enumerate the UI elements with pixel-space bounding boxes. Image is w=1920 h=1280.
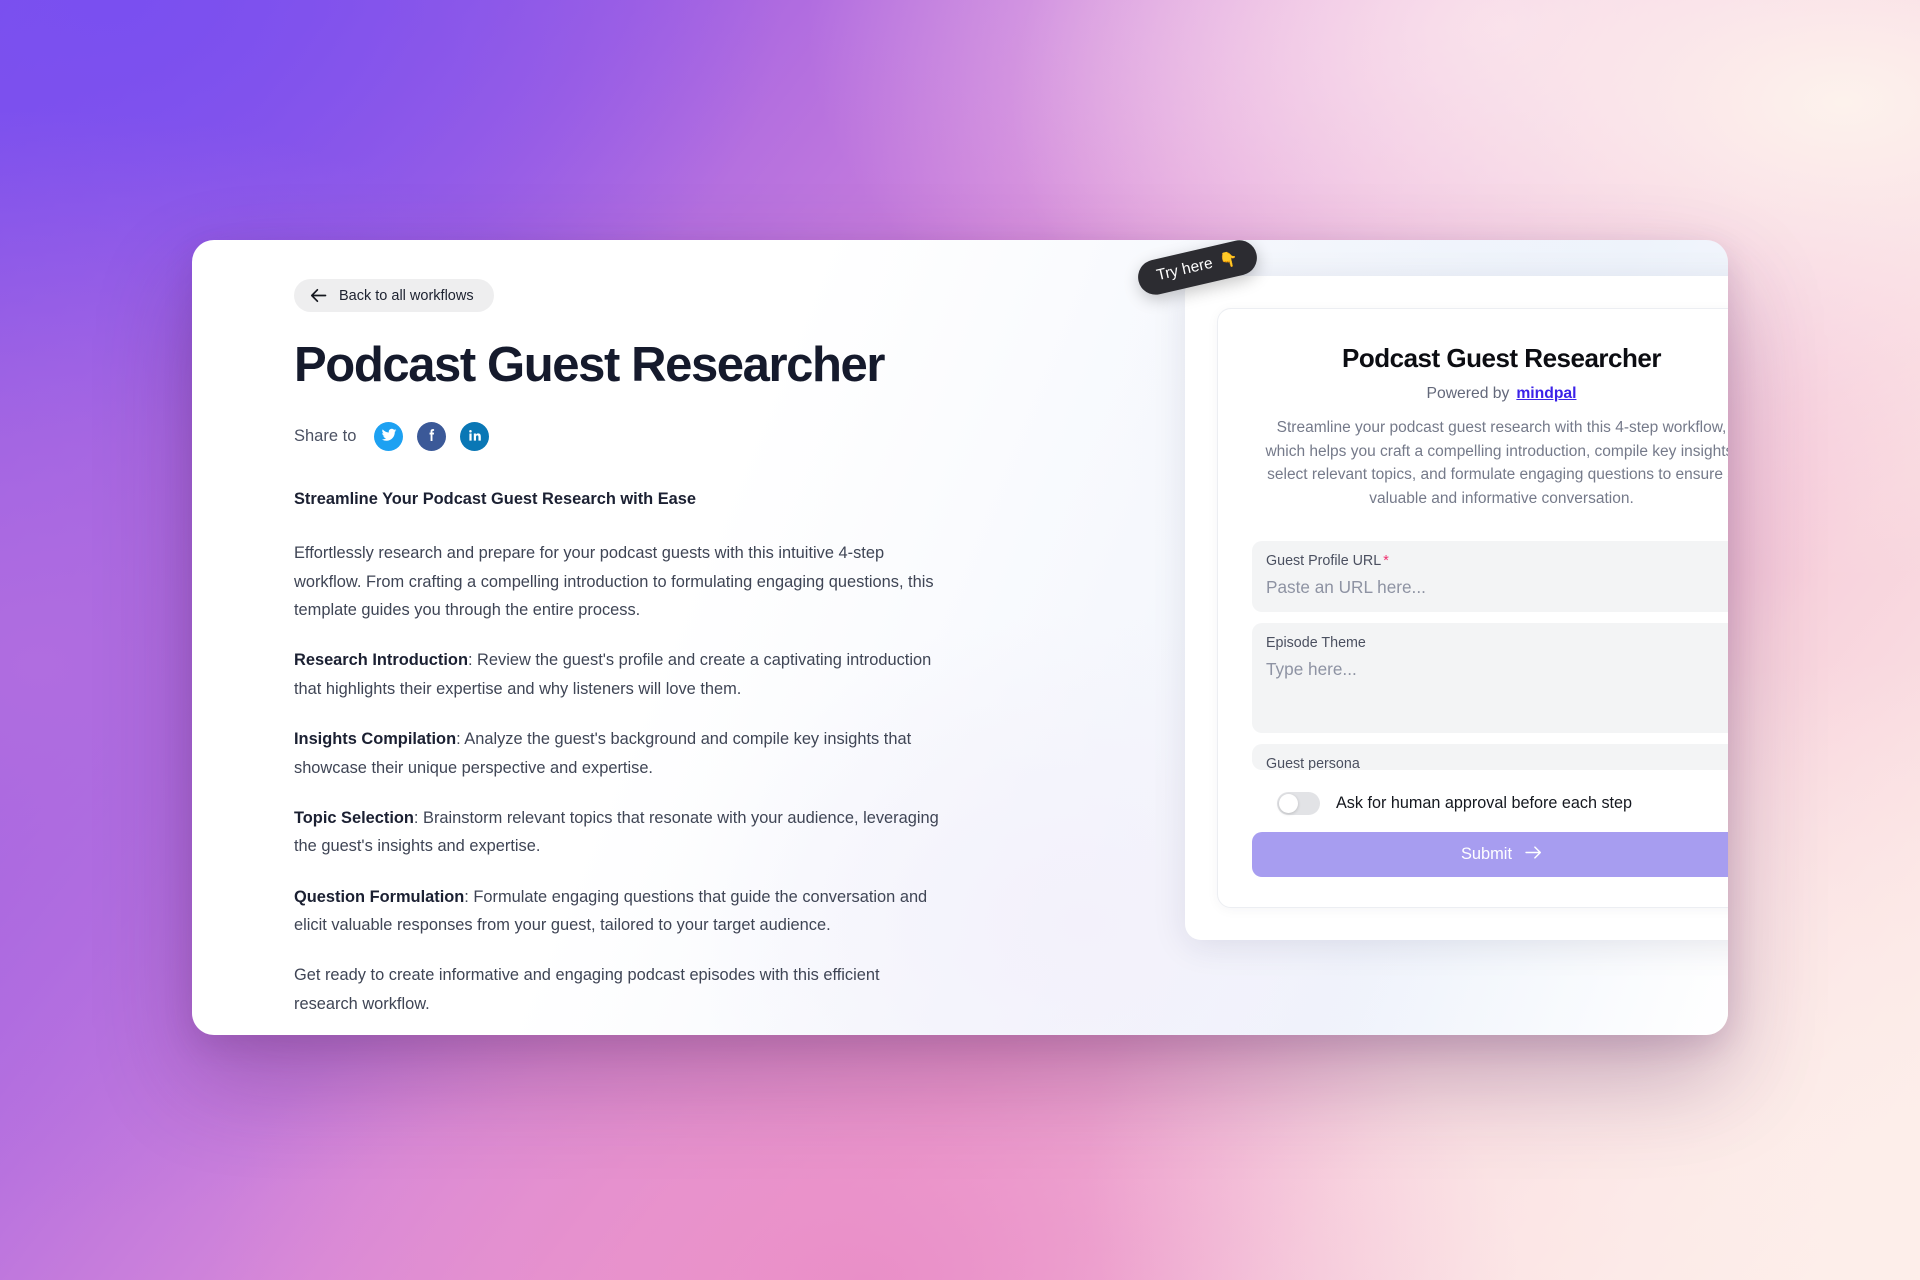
form-description: Streamline your podcast guest research w… xyxy=(1265,419,1728,507)
workflow-form-card: Podcast Guest Researcher Powered by mindp… xyxy=(1217,308,1728,908)
share-twitter-button[interactable] xyxy=(374,421,404,451)
guest-persona-field[interactable]: Guest persona xyxy=(1252,743,1728,770)
required-asterisk: * xyxy=(1383,553,1389,570)
submit-button[interactable]: Submit xyxy=(1252,831,1728,877)
step-paragraph-0: Research Introduction: Review the guest'… xyxy=(294,646,940,703)
guest-profile-url-label: Guest Profile URL * xyxy=(1266,553,1728,570)
step-name-1: Insights Compilation xyxy=(294,730,457,749)
step-paragraph-2: Topic Selection: Brainstorm relevant top… xyxy=(294,804,940,861)
pointing-down-icon: 👇 xyxy=(1217,249,1240,271)
step-paragraph-1: Insights Compilation: Analyze the guest'… xyxy=(294,725,940,782)
toggle-knob xyxy=(1279,793,1298,813)
field-label-text: Guest Profile URL xyxy=(1266,553,1382,570)
lead-heading: Streamline Your Podcast Guest Research w… xyxy=(294,489,697,508)
main-content-card: Back to all workflows Podcast Guest Rese… xyxy=(192,240,1728,1035)
back-to-workflows-button[interactable]: Back to all workflows xyxy=(294,279,494,312)
submit-arrow-icon xyxy=(1525,845,1542,864)
episode-theme-input[interactable]: Type here... xyxy=(1266,659,1728,681)
share-facebook-button[interactable] xyxy=(417,421,447,451)
submit-label: Submit xyxy=(1460,844,1512,863)
mindpal-link[interactable]: mindpal xyxy=(1516,385,1576,402)
step-name-2: Topic Selection xyxy=(294,808,414,827)
human-approval-row: Ask for human approval before each step xyxy=(1252,791,1728,815)
linkedin-icon xyxy=(467,427,483,446)
share-linkedin-button[interactable] xyxy=(460,421,490,451)
outro-paragraph: Get ready to create informative and enga… xyxy=(294,966,880,1013)
intro-paragraph: Effortlessly research and prepare for yo… xyxy=(294,544,934,620)
step-paragraph-3: Question Formulation: Formulate engaging… xyxy=(294,883,940,940)
guest-profile-url-field[interactable]: Guest Profile URL * Paste an URL here... xyxy=(1252,541,1728,612)
workflow-embed-column: Try here 👇 Podcast Guest Researcher Powe… xyxy=(994,240,1728,940)
back-button-label: Back to all workflows xyxy=(339,287,474,304)
episode-theme-label: Episode Theme xyxy=(1266,634,1366,651)
step-name-3: Question Formulation xyxy=(294,887,465,906)
page-title: Podcast Guest Researcher xyxy=(294,338,885,392)
workflow-description: Streamline Your Podcast Guest Research w… xyxy=(294,485,940,1018)
workflow-detail-column: Back to all workflows Podcast Guest Rese… xyxy=(294,279,944,1035)
powered-by-label: Powered by xyxy=(1426,385,1510,402)
form-title: Podcast Guest Researcher xyxy=(1342,343,1661,373)
form-fields: Guest Profile URL * Paste an URL here... … xyxy=(1252,541,1728,770)
share-label: Share to xyxy=(294,426,357,445)
human-approval-toggle[interactable] xyxy=(1277,791,1320,815)
try-here-label: Try here xyxy=(1154,254,1215,285)
powered-by-row: Powered by mindpal xyxy=(1252,385,1728,403)
guest-persona-label: Guest persona xyxy=(1266,755,1360,770)
embed-shell: Try here 👇 Podcast Guest Researcher Powe… xyxy=(1134,240,1728,940)
arrow-left-icon xyxy=(310,288,327,303)
guest-profile-url-input[interactable]: Paste an URL here... xyxy=(1266,577,1728,599)
episode-theme-field[interactable]: Episode Theme Type here... xyxy=(1252,622,1728,733)
twitter-icon xyxy=(381,427,397,446)
share-row: Share to xyxy=(294,421,944,451)
try-here-badge[interactable]: Try here 👇 xyxy=(1134,240,1261,299)
human-approval-label: Ask for human approval before each step xyxy=(1336,793,1633,812)
step-name-0: Research Introduction xyxy=(294,651,468,670)
facebook-icon xyxy=(424,427,440,446)
